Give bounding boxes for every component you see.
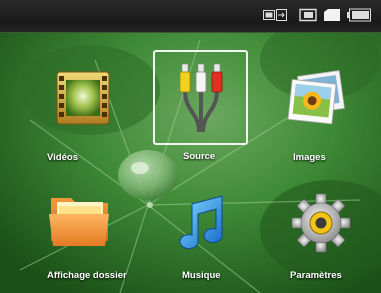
menu-item-images[interactable]: Images bbox=[285, 70, 381, 165]
sd-card-icon bbox=[299, 8, 317, 22]
menu-label-videos: Vidéos bbox=[47, 152, 78, 163]
av-cables-icon bbox=[179, 63, 223, 133]
battery-icon bbox=[347, 8, 371, 22]
menu-item-settings[interactable]: Paramètres bbox=[290, 192, 381, 282]
menu-label-music: Musique bbox=[182, 270, 221, 281]
menu-label-settings: Paramètres bbox=[290, 270, 342, 281]
memory-icon bbox=[324, 9, 340, 21]
main-menu-screen: Vidéos Source Images Affichage dossier M… bbox=[0, 0, 381, 293]
photos-icon bbox=[287, 70, 345, 125]
menu-label-images: Images bbox=[293, 152, 326, 163]
film-icon bbox=[56, 71, 110, 125]
menu-item-source[interactable]: Source bbox=[155, 52, 247, 162]
menu-item-folder-view[interactable]: Affichage dossier bbox=[43, 192, 153, 282]
menu-item-music[interactable]: Musique bbox=[170, 192, 270, 282]
menu-label-source: Source bbox=[183, 151, 216, 162]
usb-icon bbox=[263, 9, 287, 21]
menu-item-videos[interactable]: Vidéos bbox=[43, 70, 143, 165]
folder-icon bbox=[49, 198, 109, 246]
menu-label-folder-view: Affichage dossier bbox=[47, 270, 127, 281]
music-note-icon bbox=[179, 195, 223, 250]
status-bar bbox=[0, 0, 381, 33]
gear-icon bbox=[291, 193, 351, 253]
